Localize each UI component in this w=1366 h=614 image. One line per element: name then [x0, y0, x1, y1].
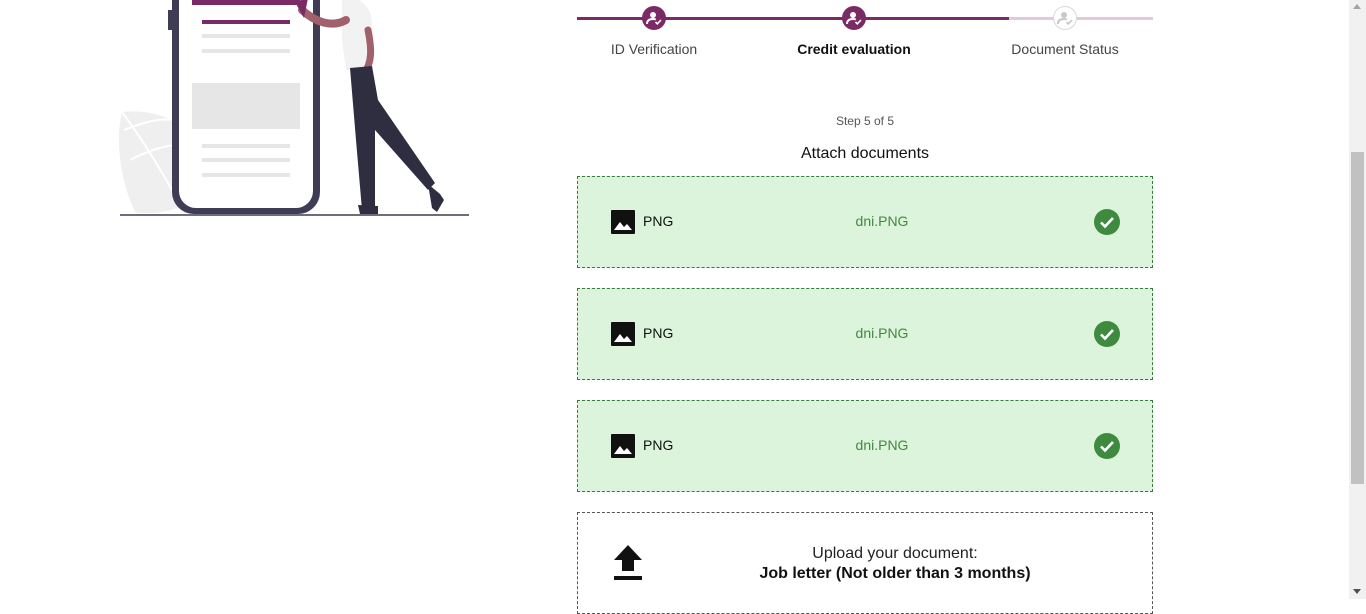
- step-label-credit-evaluation: Credit evaluation: [797, 41, 911, 57]
- upload-icon: [614, 545, 642, 580]
- page-scrollbar[interactable]: [1349, 0, 1366, 599]
- person-with-phone-illustration: [118, 0, 469, 216]
- step-label-document-status: Document Status: [1011, 41, 1119, 57]
- step-node-id-verification[interactable]: [642, 6, 666, 30]
- upload-document-name: Job letter (Not older than 3 months): [759, 565, 1031, 582]
- user-check-icon: [646, 12, 662, 25]
- document-file-name: dni.PNG: [855, 437, 909, 453]
- check-circle-icon: [1094, 433, 1120, 459]
- upload-prompt: Upload your document:: [812, 545, 978, 562]
- step-node-credit-evaluation[interactable]: [842, 6, 866, 30]
- document-card[interactable]: PNG dni.PNG: [577, 288, 1153, 380]
- step-label-id-verification: ID Verification: [610, 41, 698, 57]
- scroll-down-arrow-icon[interactable]: [1353, 589, 1361, 594]
- check-circle-icon: [1094, 209, 1120, 235]
- step-node-document-status[interactable]: [1053, 6, 1077, 30]
- scroll-up-arrow-icon[interactable]: [1353, 4, 1361, 9]
- check-circle-icon: [1094, 321, 1120, 347]
- document-file-name: dni.PNG: [855, 213, 909, 229]
- hero-illustration: [110, 0, 480, 230]
- document-card[interactable]: PNG dni.PNG: [577, 176, 1153, 268]
- progress-stepper: ID Verification Credit evaluation Docume…: [577, 0, 1153, 70]
- scrollbar-thumb[interactable]: [1351, 152, 1364, 484]
- user-check-icon: [846, 12, 862, 25]
- upload-instructions: Upload your document: Job letter (Not ol…: [708, 544, 1082, 584]
- stepper-line-pending: [1009, 17, 1153, 20]
- document-file-name: dni.PNG: [855, 325, 909, 341]
- step-counter: Step 5 of 5: [835, 114, 895, 128]
- document-card[interactable]: PNG dni.PNG: [577, 400, 1153, 492]
- section-title: Attach documents: [800, 145, 930, 162]
- user-check-icon: [1057, 12, 1073, 25]
